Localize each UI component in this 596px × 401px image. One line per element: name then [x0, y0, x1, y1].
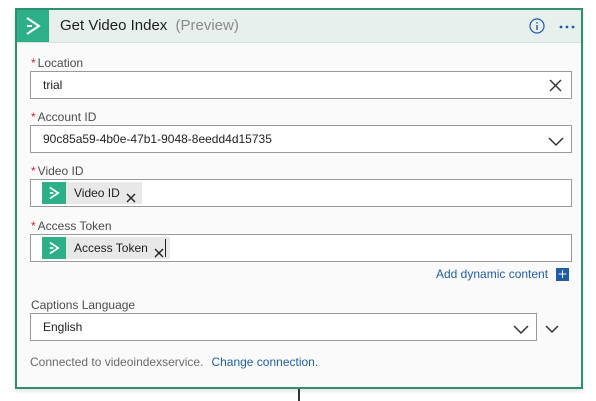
required-marker: *	[31, 110, 36, 124]
captions-language-select[interactable]: English	[30, 313, 537, 341]
required-marker: *	[31, 219, 36, 233]
info-icon[interactable]	[529, 18, 545, 34]
captions-language-label: Captions Language	[31, 298, 136, 312]
action-name: Get Video Index	[60, 17, 168, 34]
action-card: Get Video Index (Preview) * Location tria…	[15, 8, 583, 389]
connection-status: Connected to videoindexservice.	[30, 355, 204, 369]
location-label-text: Location	[37, 56, 84, 70]
access-token-label: * Access Token	[31, 219, 112, 233]
video-indexer-icon	[42, 182, 66, 204]
account-id-value: 90c85a59-4b0e-47b1-9048-8eedd4d15735	[43, 132, 272, 146]
token-label: Video ID	[74, 186, 120, 200]
location-input[interactable]: trial	[30, 71, 572, 99]
account-id-select[interactable]: 90c85a59-4b0e-47b1-9048-8eedd4d15735	[30, 125, 572, 153]
video-indexer-icon	[42, 237, 66, 259]
preview-badge: (Preview)	[175, 17, 239, 34]
account-id-label: * Account ID	[31, 110, 96, 124]
remove-token-icon[interactable]	[154, 245, 164, 257]
connection-footer: Connected to videoindexservice. Change co…	[30, 355, 318, 369]
location-value: trial	[43, 78, 63, 92]
video-id-token[interactable]: Video ID	[42, 182, 142, 204]
access-token-label-text: Access Token	[37, 219, 112, 233]
change-connection-link[interactable]: Change connection.	[211, 355, 318, 369]
card-header[interactable]: Get Video Index (Preview)	[17, 10, 581, 43]
chevron-down-icon[interactable]	[513, 322, 529, 335]
flow-connector	[298, 389, 300, 401]
more-options-icon[interactable]	[557, 18, 577, 34]
expand-options-icon[interactable]	[544, 321, 560, 334]
required-marker: *	[31, 164, 36, 178]
video-indexer-icon	[17, 10, 49, 42]
chevron-down-icon[interactable]	[548, 134, 564, 147]
video-id-input[interactable]: Video ID	[30, 179, 572, 207]
plus-icon[interactable]: +	[556, 268, 569, 281]
remove-token-icon[interactable]	[126, 190, 136, 202]
required-marker: *	[31, 56, 36, 70]
account-id-label-text: Account ID	[37, 110, 97, 124]
token-label: Access Token	[74, 241, 148, 255]
clear-icon[interactable]	[549, 79, 562, 92]
card-title: Get Video Index (Preview)	[60, 17, 239, 34]
access-token-token[interactable]: Access Token	[42, 237, 170, 259]
location-label: * Location	[31, 56, 83, 70]
text-cursor	[165, 239, 166, 257]
add-dynamic-content-link[interactable]: Add dynamic content	[436, 267, 548, 281]
video-id-label: * Video ID	[31, 164, 83, 178]
video-id-label-text: Video ID	[37, 164, 84, 178]
captions-language-value: English	[43, 320, 83, 334]
access-token-input[interactable]: Access Token	[30, 234, 572, 262]
